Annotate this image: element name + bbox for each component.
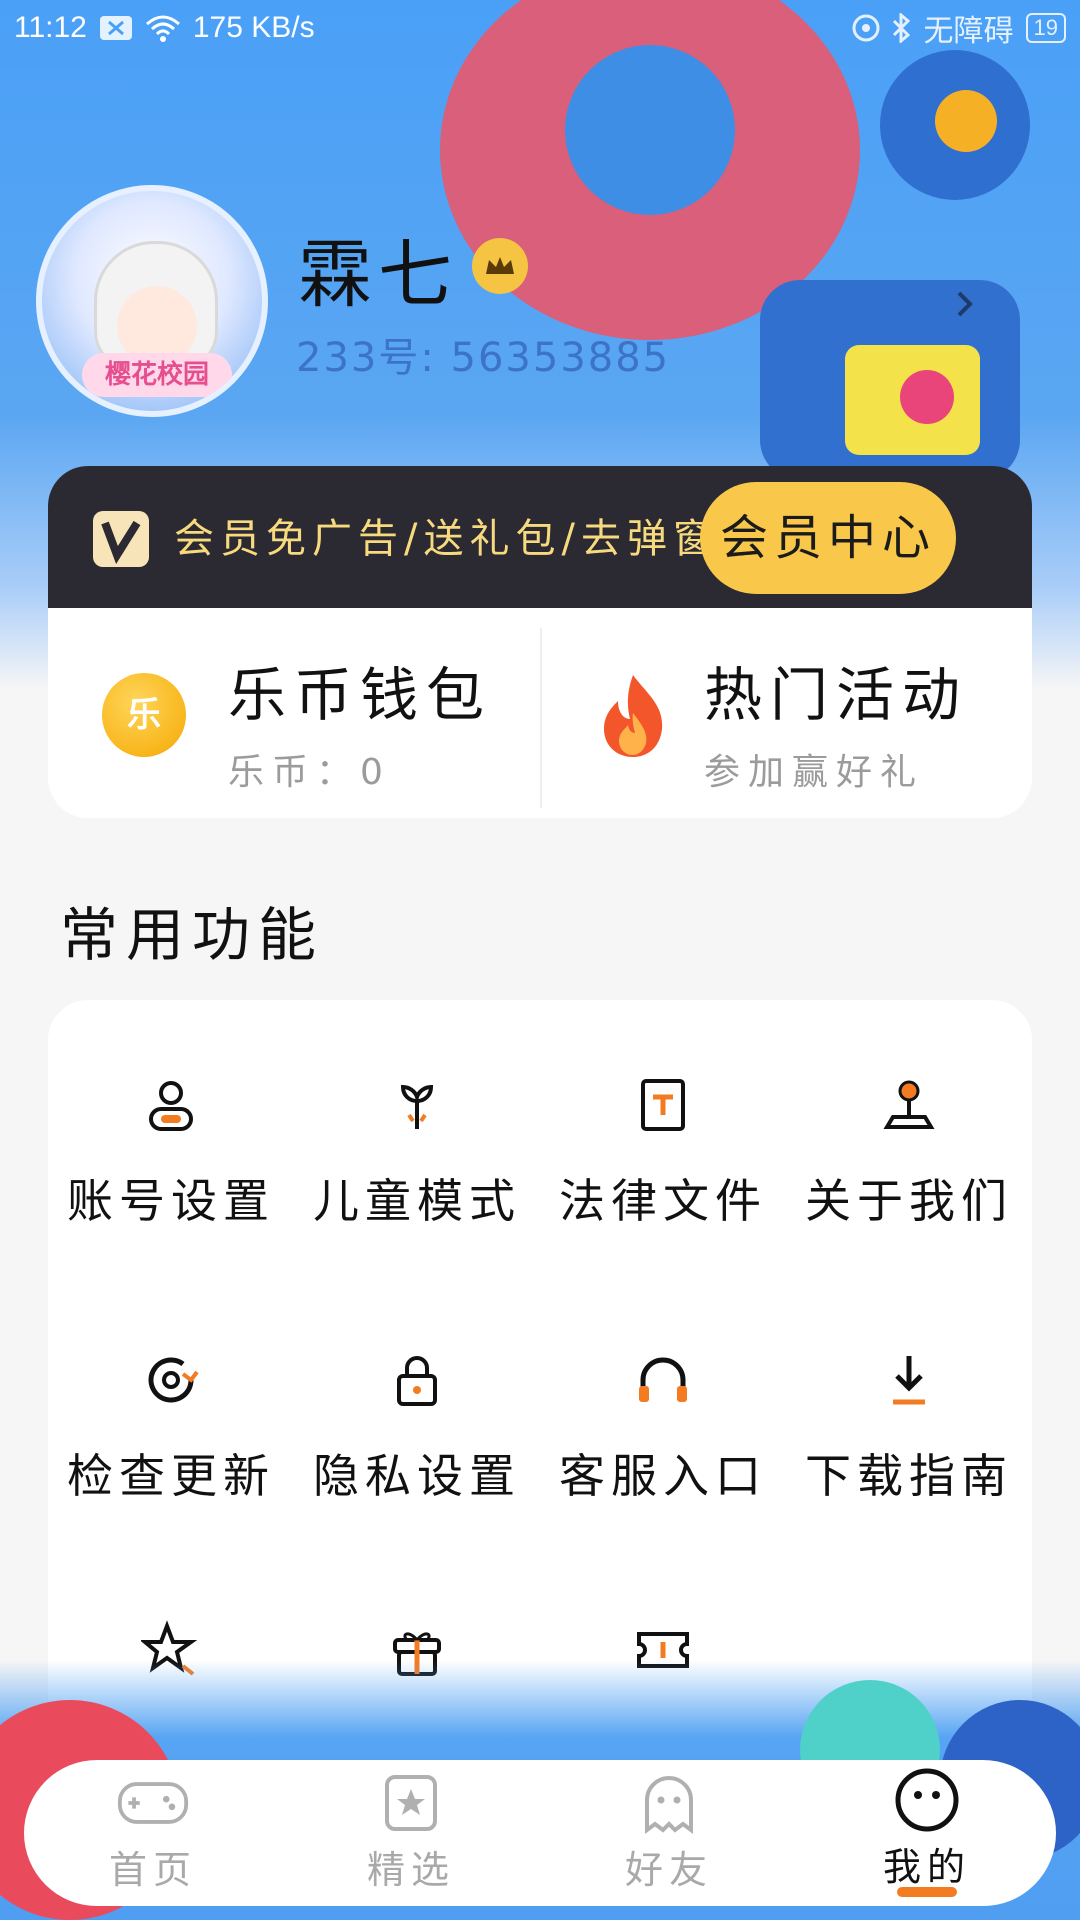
child-mode-icon: [387, 1075, 447, 1135]
vip-banner[interactable]: 会员免广告/送礼包/去弹窗 会员中心: [48, 466, 1032, 608]
function-label: 下载指南: [805, 1449, 1013, 1503]
legal-icon: [633, 1075, 693, 1135]
bottom-tab-bar: 首页 精选 好友 我的: [24, 1760, 1056, 1906]
vip-center-button[interactable]: 会员中心: [700, 482, 956, 594]
function-label: 检查更新: [67, 1449, 275, 1503]
function-label: 儿童模式: [313, 1174, 521, 1228]
donut-hole-decoration: [565, 45, 735, 215]
function-check-update[interactable]: 检查更新: [48, 1350, 294, 1506]
function-child-mode[interactable]: 儿童模式: [294, 1075, 540, 1231]
about-icon: [879, 1075, 939, 1135]
fire-icon: [598, 673, 668, 759]
status-time: 11:12: [14, 11, 87, 44]
tab-home[interactable]: 首页: [24, 1760, 282, 1906]
activities-entry[interactable]: 热门活动 参加赢好礼: [542, 608, 1032, 818]
chevron-right-icon[interactable]: [955, 283, 975, 329]
update-icon: [141, 1350, 201, 1410]
function-legal-files[interactable]: 法律文件: [540, 1075, 786, 1231]
ghost-icon: [633, 1773, 705, 1834]
function-privacy-settings[interactable]: 隐私设置: [294, 1350, 540, 1506]
tab-mine[interactable]: 我的: [798, 1760, 1056, 1906]
download-icon: [879, 1350, 939, 1410]
status-bar: 11:12 175 KB/s 无障碍 19: [0, 0, 1080, 56]
battery-icon: 19: [1025, 13, 1066, 43]
function-label: 账号设置: [67, 1174, 275, 1228]
function-label: 关于我们: [805, 1174, 1013, 1228]
wifi-icon: [145, 14, 181, 42]
tab-friends[interactable]: 好友: [540, 1760, 798, 1906]
tab-label: 我的: [882, 1844, 971, 1889]
username[interactable]: 霖七: [298, 215, 458, 322]
coin-inner-decoration: [935, 90, 997, 152]
function-account-settings[interactable]: 账号设置: [48, 1075, 294, 1231]
avatar-badge: 樱花校园: [82, 353, 232, 397]
avatar[interactable]: 樱花校园: [36, 185, 268, 417]
bluetooth-icon: [892, 13, 912, 43]
wallet-balance: 乐币：0: [228, 752, 391, 793]
vip-benefits-text: 会员免广告/送礼包/去弹窗: [174, 516, 719, 562]
user-id: 233号: 56353885: [296, 335, 671, 381]
gamepad-icon: [117, 1773, 189, 1833]
function-customer-service[interactable]: 客服入口: [540, 1350, 786, 1506]
activities-title: 热门活动: [704, 661, 969, 729]
coin-icon: 乐: [102, 673, 186, 757]
wallet-title: 乐币钱包: [228, 661, 493, 729]
section-title-common-functions: 常用功能: [60, 901, 325, 969]
tab-label: 好友: [624, 1847, 713, 1892]
wallet-activities-card: 乐 乐币钱包 乐币：0 热门活动 参加赢好礼: [48, 608, 1032, 818]
camera-lens-decoration: [900, 370, 954, 424]
tab-label: 精选: [366, 1847, 455, 1892]
wallet-entry[interactable]: 乐 乐币钱包 乐币：0: [48, 608, 540, 818]
crown-icon: [472, 238, 528, 294]
tab-label: 首页: [108, 1847, 197, 1892]
tab-featured[interactable]: 精选: [282, 1760, 540, 1906]
account-icon: [141, 1075, 201, 1135]
network-speed: 175 KB/s: [192, 11, 315, 44]
vpn-icon: [852, 14, 880, 42]
notification-icon: [99, 15, 133, 41]
lock-icon: [387, 1350, 447, 1410]
vip-logo-icon: [93, 511, 149, 567]
function-about-us[interactable]: 关于我们: [786, 1075, 1032, 1231]
featured-icon: [375, 1773, 447, 1833]
smiley-icon: [891, 1768, 963, 1831]
function-download-guide[interactable]: 下载指南: [786, 1350, 1032, 1506]
headset-icon: [633, 1350, 693, 1410]
function-label: 隐私设置: [313, 1449, 521, 1503]
function-label: 客服入口: [559, 1449, 767, 1503]
activities-subtitle: 参加赢好礼: [704, 752, 925, 793]
function-label: 法律文件: [559, 1174, 767, 1228]
accessibility-label: 无障碍: [923, 15, 1014, 48]
functions-grid: 账号设置 儿童模式 法律文件 关于我们 检查更新 隐私设置 客服入口 下载指南: [48, 1000, 1032, 1760]
